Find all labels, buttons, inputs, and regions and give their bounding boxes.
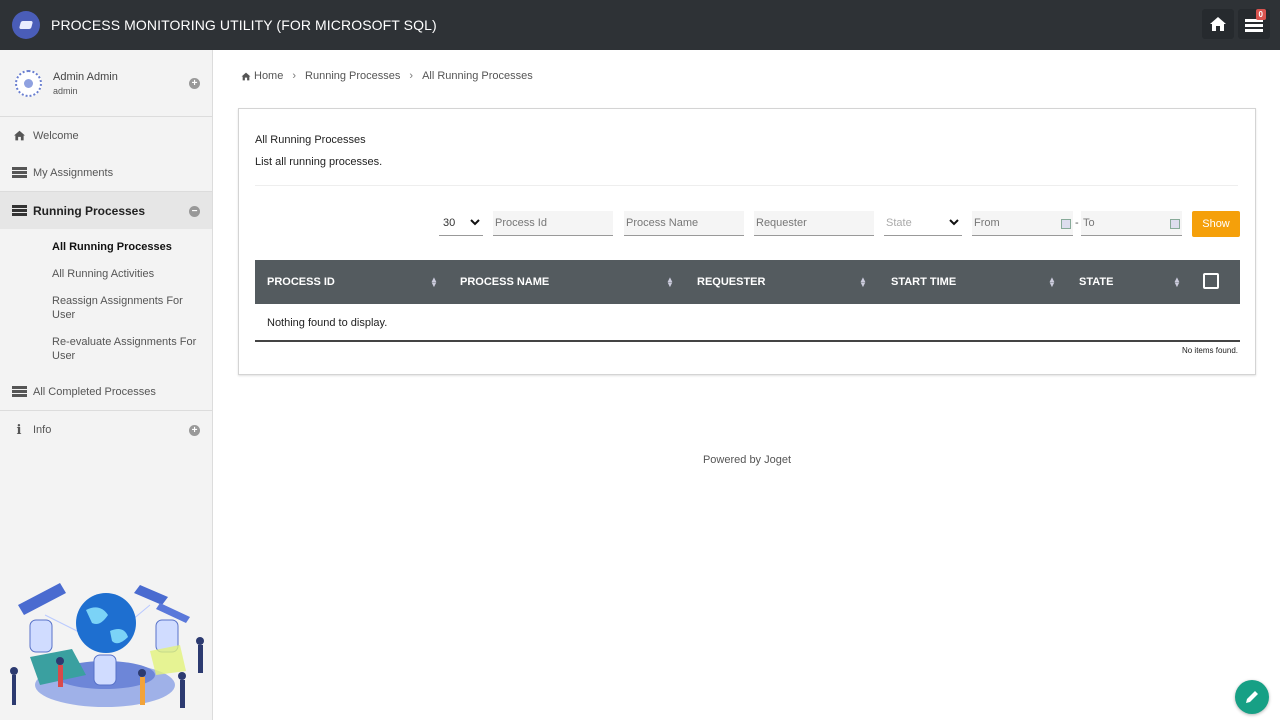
chevron-right-icon: › [292,70,296,82]
home-icon [241,72,251,81]
list-icon [11,205,27,216]
sidebar-item-label: Running Processes [33,204,145,218]
user-profile[interactable]: Admin Admin admin + [0,50,212,117]
panel-description: List all running processes. [255,156,382,168]
sidebar-item-label: All Completed Processes [33,386,156,398]
data-center-illustration [0,575,213,720]
sort-icon[interactable]: ▲▼ [859,277,867,287]
process-name-input[interactable]: Process Name [624,211,744,236]
process-table: PROCESS ID ▲▼ PROCESS NAME ▲▼ REQUESTER … [255,260,1240,355]
sidebar-item-all-completed-processes[interactable]: All Completed Processes [0,373,212,410]
home-icon [11,130,27,141]
table-footer-status: No items found. [255,346,1240,355]
breadcrumb-home[interactable]: Home [254,70,283,82]
edit-fab-button[interactable] [1235,680,1269,714]
chevron-down-icon [470,219,480,226]
home-button[interactable] [1202,9,1234,39]
inbox-button[interactable]: 0 [1238,9,1270,39]
home-icon [1209,16,1227,32]
table-header: PROCESS ID ▲▼ PROCESS NAME ▲▼ REQUESTER … [255,260,1240,304]
sidebar-subitem-reevaluate-assignments[interactable]: Re-evaluate Assignments For User [0,335,212,363]
state-select[interactable]: State [884,211,962,236]
app-title: PROCESS MONITORING UTILITY (FOR MICROSOF… [51,17,437,33]
user-username: admin [53,86,118,96]
sidebar-item-label: Info [33,424,51,436]
select-all-checkbox[interactable] [1203,273,1219,289]
sidebar-item-label: My Assignments [33,167,113,179]
breadcrumb-all-running-processes: All Running Processes [422,70,533,82]
sidebar-item-info[interactable]: i Info + [0,410,212,449]
app-logo-icon[interactable] [12,11,40,39]
sidebar-subitem-all-running-processes[interactable]: All Running Processes [0,240,212,254]
sidebar-item-running-processes[interactable]: Running Processes − [0,191,212,229]
pencil-icon [1244,689,1260,705]
requester-input[interactable]: Requester [754,211,874,236]
powered-by[interactable]: Powered by Joget [214,454,1280,466]
user-name: Admin Admin [53,71,118,83]
content-panel: All Running Processes List all running p… [238,108,1256,375]
process-id-input[interactable]: Process Id [493,211,613,236]
column-process-id[interactable]: PROCESS ID [267,260,335,304]
column-state[interactable]: STATE [1079,260,1113,304]
page-size-select[interactable]: 30 [439,211,483,236]
sidebar: Admin Admin admin + Welcome My Assignmen… [0,50,213,720]
list-icon [11,386,27,397]
breadcrumb-running-processes[interactable]: Running Processes [305,70,400,82]
panel-title: All Running Processes [255,134,366,146]
sort-icon[interactable]: ▲▼ [430,277,438,287]
expand-plus-icon[interactable]: + [189,425,200,436]
empty-message: Nothing found to display. [255,304,1240,342]
sidebar-item-label: Welcome [33,130,79,142]
sidebar-item-welcome[interactable]: Welcome [0,117,212,154]
sidebar-item-my-assignments[interactable]: My Assignments [0,154,212,191]
column-start-time[interactable]: START TIME [891,260,956,304]
collapse-minus-icon[interactable]: − [189,206,200,217]
expand-plus-icon[interactable]: + [189,78,200,89]
calendar-icon[interactable] [1170,219,1180,229]
sort-icon[interactable]: ▲▼ [1173,277,1181,287]
date-separator: - [1075,217,1079,229]
chevron-down-icon [949,219,959,226]
inbox-count-badge: 0 [1256,9,1266,20]
chevron-right-icon: › [409,70,413,82]
to-date-input[interactable]: To [1081,211,1182,236]
list-icon [11,167,27,178]
filter-bar: 30 Process Id Process Name Requester Sta… [239,211,1257,237]
column-requester[interactable]: REQUESTER [697,260,765,304]
sort-icon[interactable]: ▲▼ [1048,277,1056,287]
show-button[interactable]: Show [1192,211,1240,237]
calendar-icon[interactable] [1061,219,1071,229]
top-bar: PROCESS MONITORING UTILITY (FOR MICROSOF… [0,0,1280,50]
sort-icon[interactable]: ▲▼ [666,277,674,287]
avatar [15,70,42,97]
sidebar-subitem-reassign-assignments[interactable]: Reassign Assignments For User [0,294,212,322]
info-icon: i [11,423,27,438]
column-process-name[interactable]: PROCESS NAME [460,260,549,304]
divider [255,185,1238,186]
main-content: Home › Running Processes › All Running P… [214,50,1280,720]
from-date-input[interactable]: From [972,211,1073,236]
sidebar-subitem-all-running-activities[interactable]: All Running Activities [0,267,212,281]
breadcrumb: Home › Running Processes › All Running P… [241,70,533,82]
